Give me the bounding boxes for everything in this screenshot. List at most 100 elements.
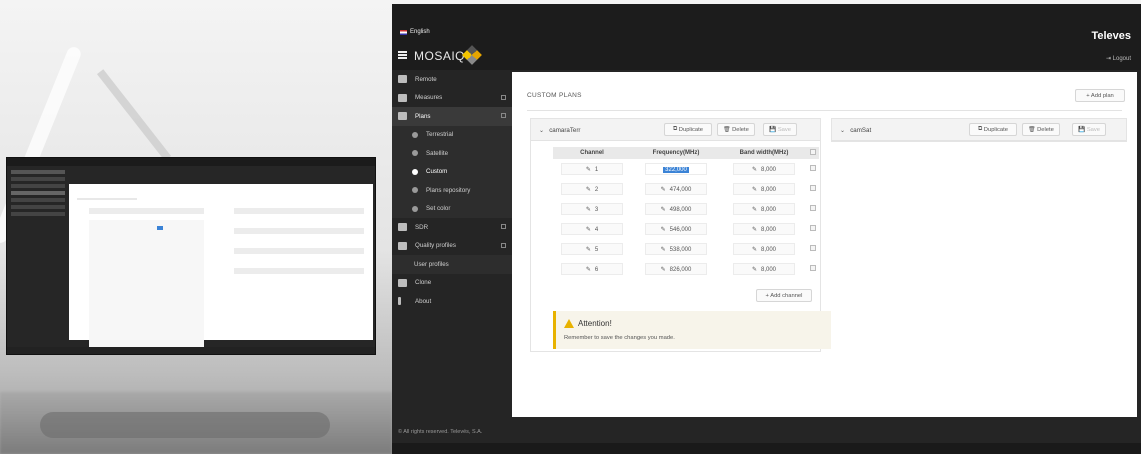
logout-link[interactable]: ⇥ Logout: [1106, 55, 1131, 62]
panel-title[interactable]: ⌄ camaraTerr: [539, 127, 580, 134]
sidebar-item-plans[interactable]: Plans: [392, 107, 512, 126]
delete-button[interactable]: 🗑 Delete: [717, 123, 755, 136]
blurred-object: [40, 412, 330, 438]
pencil-icon: ✎: [660, 227, 666, 233]
page-title: CUSTOM PLANS: [527, 92, 582, 99]
bandwidth-cell[interactable]: ✎ 8,000: [733, 243, 795, 255]
panel-title[interactable]: ⌄ camSat: [840, 127, 871, 134]
duplicate-button[interactable]: ⧉ Duplicate: [969, 123, 1017, 136]
pencil-icon: ✎: [751, 247, 757, 253]
save-button[interactable]: 💾 Save: [1072, 123, 1106, 136]
frequency-cell[interactable]: ✎ 538,000: [645, 243, 707, 255]
about-icon: [398, 297, 401, 306]
duplicate-button[interactable]: ⧉ Duplicate: [664, 123, 712, 136]
channel-cell[interactable]: ✎ 6: [561, 263, 623, 275]
channel-cell[interactable]: ✎ 3: [561, 203, 623, 215]
bandwidth-cell[interactable]: ✎ 8,000: [733, 183, 795, 195]
sidebar-item-user-profiles[interactable]: User profiles: [392, 255, 512, 274]
expand-icon: [501, 224, 506, 229]
sidebar-item-remote[interactable]: Remote: [392, 70, 512, 89]
delete-button[interactable]: 🗑 Delete: [1022, 123, 1060, 136]
hamburger-menu-icon[interactable]: [398, 51, 407, 59]
monitor-thumbnail: [6, 157, 376, 355]
expand-icon: [501, 113, 506, 118]
bandwidth-cell[interactable]: ✎ 8,000: [733, 203, 795, 215]
brand-name: Televes: [1091, 30, 1131, 42]
row-checkbox[interactable]: [810, 265, 816, 271]
table-row: ✎ 6 ✎ 826,000 ✎ 8,000: [553, 259, 819, 279]
frequency-cell[interactable]: ✎ 474,000: [645, 183, 707, 195]
save-button[interactable]: 💾 Save: [763, 123, 797, 136]
row-checkbox[interactable]: [810, 185, 816, 191]
chevron-down-icon: ⌄: [539, 127, 545, 134]
mini-sidebar: [7, 166, 69, 347]
bottom-bar: [392, 443, 1141, 454]
sidebar-item-label: Custom: [426, 168, 448, 176]
row-checkbox[interactable]: [810, 165, 816, 171]
sidebar-item-measures[interactable]: Measures: [392, 89, 512, 108]
sidebar-item-about[interactable]: About: [392, 292, 512, 311]
table-row: ✎ 1 322,000 ✎ 8,000: [553, 159, 819, 179]
bandwidth-cell[interactable]: ✎ 8,000: [733, 163, 795, 175]
sidebar-item-label: SDR: [415, 223, 429, 231]
row-checkbox[interactable]: [810, 205, 816, 211]
sidebar-item-clone[interactable]: Clone: [392, 274, 512, 293]
table-row: ✎ 5 ✎ 538,000 ✎ 8,000: [553, 239, 819, 259]
repository-icon: [412, 187, 418, 194]
bandwidth-cell[interactable]: ✎ 8,000: [733, 263, 795, 275]
row-checkbox[interactable]: [810, 245, 816, 251]
sidebar-item-custom[interactable]: Custom: [392, 162, 512, 181]
row-checkbox[interactable]: [810, 225, 816, 231]
clone-icon: [398, 278, 407, 287]
sidebar-item-label: Measures: [415, 94, 443, 102]
channel-cell[interactable]: ✎ 4: [561, 223, 623, 235]
sidebar-item-terrestrial[interactable]: Terrestrial: [392, 125, 512, 144]
main-content: CUSTOM PLANS + Add plan ⌄ camaraTerr ⧉ Du…: [512, 72, 1137, 417]
sidebar-item-satellite[interactable]: Satellite: [392, 144, 512, 163]
quality-icon: [398, 241, 407, 250]
photo-background: English MOSAIQ Televes ⇥ Logout Remote M…: [0, 0, 1141, 454]
color-icon: [412, 205, 418, 212]
add-channel-button[interactable]: + Add channel: [756, 289, 812, 302]
language-selector[interactable]: English: [400, 29, 430, 35]
add-plan-button[interactable]: + Add plan: [1075, 89, 1125, 102]
sidebar-item-quality-profiles[interactable]: Quality profiles: [392, 237, 512, 256]
app-logo: MOSAIQ: [414, 49, 466, 63]
satellite-icon: [412, 150, 418, 157]
frequency-input[interactable]: 322,000: [645, 163, 707, 175]
channel-table: Channel Frequency(MHz) Band width(MHz) ✎…: [553, 147, 819, 279]
channel-cell[interactable]: ✎ 2: [561, 183, 623, 195]
column-header: Channel: [553, 147, 631, 159]
expand-icon: [501, 94, 506, 100]
sidebar-item-label: User profiles: [414, 260, 449, 268]
channel-cell[interactable]: ✎ 1: [561, 163, 623, 175]
language-label: English: [410, 29, 430, 35]
checkbox[interactable]: [810, 149, 816, 155]
copyright: © All rights reserved. Televés, S.A.: [398, 429, 483, 435]
background-shape: [96, 69, 172, 161]
frequency-cell[interactable]: ✎ 826,000: [645, 263, 707, 275]
table-row: ✎ 3 ✎ 498,000 ✎ 8,000: [553, 199, 819, 219]
sidebar-item-plans-repository[interactable]: Plans repository: [392, 181, 512, 200]
terrestrial-icon: [412, 131, 418, 138]
frequency-cell[interactable]: ✎ 546,000: [645, 223, 707, 235]
sidebar-item-sdr[interactable]: SDR: [392, 218, 512, 237]
pencil-icon: ✎: [660, 207, 666, 213]
pencil-icon: ✎: [585, 207, 591, 213]
bandwidth-cell[interactable]: ✎ 8,000: [733, 223, 795, 235]
select-all-header[interactable]: [807, 147, 819, 159]
pencil-icon: ✎: [751, 207, 757, 213]
sidebar-item-label: Plans repository: [426, 186, 471, 194]
custom-icon: [412, 168, 418, 175]
sidebar-item-set-color[interactable]: Set color: [392, 199, 512, 218]
frequency-cell[interactable]: ✎ 498,000: [645, 203, 707, 215]
panel-header: ⌄ camSat ⧉ Duplicate 🗑 Delete 💾 Save: [832, 119, 1126, 141]
table-row: ✎ 4 ✎ 546,000 ✎ 8,000: [553, 219, 819, 239]
pencil-icon: ✎: [585, 267, 591, 273]
sidebar-item-label: Plans: [415, 112, 431, 120]
channel-cell[interactable]: ✎ 5: [561, 243, 623, 255]
panel-header: ⌄ camaraTerr ⧉ Duplicate 🗑 Delete 💾 Save: [531, 119, 820, 141]
expand-icon: [501, 242, 506, 248]
logo-mark-icon: [462, 45, 482, 65]
sidebar-item-label: Clone: [415, 279, 432, 287]
